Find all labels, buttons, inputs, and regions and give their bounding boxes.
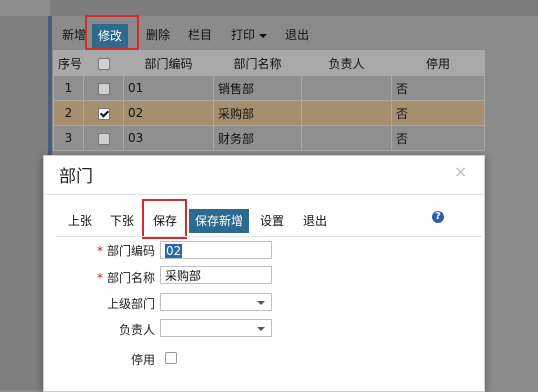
table-row[interactable]: 3 03 财务部 否 — [53, 125, 485, 151]
row-name: 财务部 — [213, 125, 302, 151]
row-checkbox[interactable] — [97, 82, 110, 95]
header-code: 部门编码 — [123, 50, 214, 76]
row-code: 02 — [123, 100, 214, 126]
close-icon[interactable]: × — [454, 162, 467, 181]
next-button[interactable]: 下张 — [110, 209, 134, 233]
new-button[interactable]: 新增 — [62, 26, 86, 44]
code-field[interactable]: 02 — [160, 241, 272, 259]
edit-highlight-box — [85, 15, 139, 50]
code-value: 02 — [165, 244, 183, 258]
row-select[interactable] — [83, 75, 124, 101]
row-manager — [301, 75, 392, 101]
disabled-checkbox[interactable] — [165, 352, 177, 364]
row-name: 采购部 — [213, 100, 302, 126]
row-select[interactable] — [83, 100, 124, 126]
row-code: 03 — [123, 125, 214, 151]
row-checkbox[interactable] — [97, 132, 110, 145]
delete-button[interactable]: 删除 — [146, 26, 170, 44]
save-highlight-box — [142, 199, 187, 239]
code-label: * 部门编码 — [89, 242, 155, 259]
header-no: 序号 — [53, 50, 84, 76]
row-no: 2 — [53, 100, 84, 126]
name-label: * 部门名称 — [89, 269, 155, 286]
columns-button[interactable]: 栏目 — [188, 26, 212, 44]
chevron-down-icon — [257, 301, 265, 305]
header-manager: 负责人 — [301, 50, 392, 76]
row-name: 销售部 — [213, 75, 302, 101]
manager-label: 负责人 — [118, 323, 155, 337]
row-code: 01 — [123, 75, 214, 101]
disabled-label: 停用 — [130, 353, 155, 367]
row-select[interactable] — [83, 125, 124, 151]
top-bar — [0, 0, 538, 16]
row-manager — [301, 125, 392, 151]
row-manager — [301, 100, 392, 126]
department-table: 序号 部门编码 部门名称 负责人 停用 1 01 销售部 否 2 02 采购部 … — [53, 50, 485, 151]
select-all-checkbox[interactable] — [97, 57, 110, 70]
settings-button[interactable]: 设置 — [260, 209, 284, 233]
row-no: 1 — [53, 75, 84, 101]
form-divider — [56, 236, 482, 237]
row-disabled: 否 — [391, 75, 485, 101]
required-mark: * — [96, 244, 103, 258]
required-mark: * — [96, 271, 103, 285]
print-label: 打印 — [231, 28, 256, 42]
table-header-row: 序号 部门编码 部门名称 负责人 停用 — [53, 50, 485, 76]
table-row-selected[interactable]: 2 02 采购部 否 — [53, 100, 485, 126]
header-disabled: 停用 — [391, 50, 485, 76]
header-name: 部门名称 — [213, 50, 302, 76]
row-disabled: 否 — [391, 125, 485, 151]
manager-dropdown[interactable] — [160, 319, 272, 337]
chevron-down-icon — [259, 33, 268, 38]
prev-button[interactable]: 上张 — [68, 209, 92, 233]
table-row[interactable]: 1 01 销售部 否 — [53, 75, 485, 101]
name-field[interactable]: 采购部 — [160, 266, 272, 284]
row-checkbox-checked[interactable] — [97, 107, 110, 120]
save-and-new-button[interactable]: 保存新增 — [189, 209, 250, 233]
print-button[interactable]: 打印 — [231, 26, 268, 44]
dialog-title: 部门 — [59, 167, 93, 187]
row-disabled: 否 — [391, 100, 485, 126]
department-dialog: 部门 × 上张 下张 保存 保存新增 设置 退出 ? * 部门编码 02 * 部门名… — [43, 155, 485, 392]
name-label-text: 部门名称 — [106, 271, 155, 285]
help-icon[interactable]: ? — [432, 211, 444, 223]
dialog-divider — [44, 194, 484, 195]
chevron-down-icon — [257, 327, 265, 331]
exit-button[interactable]: 退出 — [285, 26, 309, 44]
parent-dropdown[interactable] — [160, 293, 272, 311]
exit-button[interactable]: 退出 — [303, 209, 327, 233]
header-select[interactable] — [83, 50, 124, 76]
row-no: 3 — [53, 125, 84, 151]
parent-label: 上级部门 — [106, 297, 155, 311]
code-label-text: 部门编码 — [106, 244, 155, 258]
